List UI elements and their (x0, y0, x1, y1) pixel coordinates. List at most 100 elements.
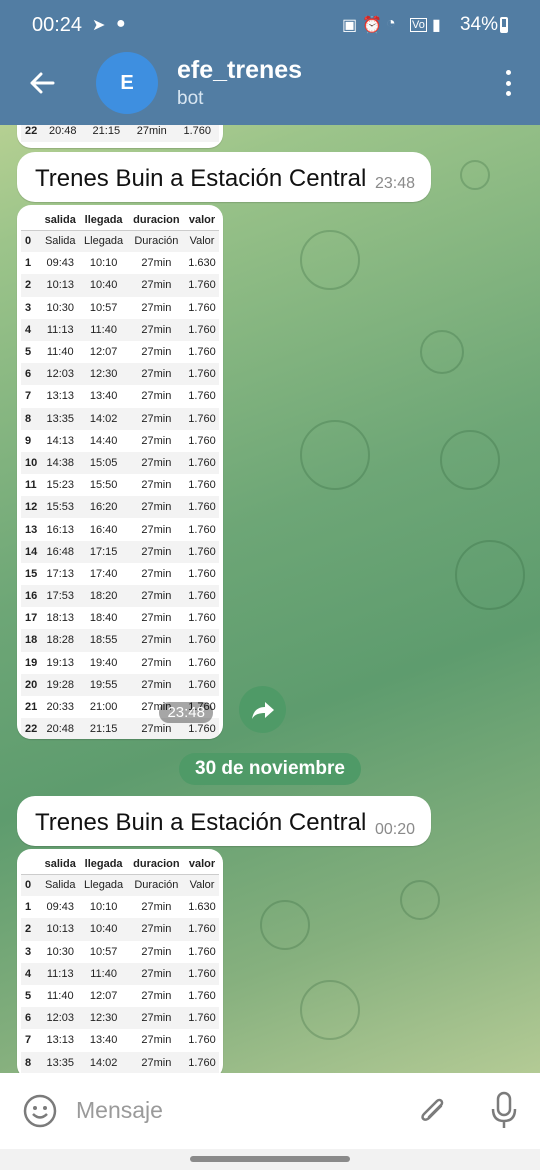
table-cell: 4 (21, 962, 41, 985)
message-time: 23:48 (374, 175, 415, 192)
table-cell: 1.630 (188, 257, 216, 270)
table-cell: 1.760 (185, 407, 219, 430)
table-cell: 15:53 (41, 496, 80, 519)
table-cell: 1.760 (185, 496, 219, 519)
table-cell: 20:48 (41, 718, 80, 739)
avatar[interactable]: E (96, 52, 158, 114)
table-row: 4 11:13 11:40 27min 1.760 (21, 318, 219, 341)
table-row: 6 12:03 12:30 27min 1.760 (21, 363, 219, 386)
table-cell: 1.760 (185, 629, 219, 652)
table-cell: 27min (127, 918, 186, 941)
table-cell: 15:50 (89, 479, 118, 492)
table-cell: 5 (25, 990, 32, 1003)
table-cell: 12:03 (41, 1007, 80, 1030)
system-nav-bar (0, 1149, 540, 1170)
photo-time: 23:48 (159, 702, 213, 723)
table-cell: 14:38 (41, 451, 80, 475)
alarm-icon: ⏰ (362, 17, 382, 34)
message-text: Trenes Buin a Estación Central (35, 165, 367, 192)
table-cell: 18:55 (79, 629, 128, 652)
table-cell: 16 (21, 585, 41, 608)
table-cell: 14:02 (79, 407, 128, 430)
table-cell: Salida (41, 874, 80, 897)
table-row: 20 19:28 19:55 27min 1.760 (21, 673, 219, 696)
schedule-photo[interactable]: salida llegada duracion valor 0 Salida Lle… (17, 205, 223, 739)
table-cell: 8 (21, 407, 41, 430)
table-cell: 27min (127, 962, 186, 985)
nfc-icon: ▣ (342, 17, 358, 34)
message-bubble[interactable]: Trenes Buin a Estación Central 00:20 (17, 796, 431, 846)
table-cell: 13:13 (46, 1034, 74, 1047)
table-cell: 27min (141, 945, 172, 958)
table-cell: 13 (25, 523, 38, 536)
table-header: valor (185, 211, 219, 231)
emoji-icon (23, 1094, 57, 1128)
date-separator: 30 de noviembre (179, 753, 361, 785)
table-cell: 27min (141, 390, 172, 403)
table-cell: 1.760 (185, 673, 219, 696)
table-cell: 17:13 (46, 567, 74, 580)
schedule-photo[interactable]: salida llegada duracion valor 0 Salida Lle… (17, 849, 223, 1079)
table-row: 1 09:43 10:10 27min 1.630 (21, 252, 219, 274)
voice-button[interactable] (488, 1090, 520, 1132)
table-header (21, 855, 41, 875)
table-cell: 21:15 (79, 718, 128, 739)
table-cell: 20 (21, 673, 41, 696)
table-cell: 7 (25, 1034, 32, 1047)
attach-button[interactable] (414, 1091, 450, 1131)
table-cell: 1 (25, 257, 32, 270)
table-cell: 14:13 (46, 434, 74, 447)
table-cell: 1.760 (188, 434, 216, 447)
table-cell: 10:30 (46, 301, 74, 314)
table-cell: 10:40 (79, 918, 128, 941)
table-header: salida (41, 211, 80, 231)
table-cell: 27min (141, 523, 172, 536)
table-cell: 19:13 (46, 656, 74, 669)
table-cell: 1.760 (185, 1007, 219, 1030)
table-cell: 15 (25, 567, 38, 580)
table-cell: Duración (127, 230, 186, 253)
wifi-icon: ◔ (386, 15, 396, 32)
table-cell: 12:07 (89, 346, 118, 359)
home-gesture-handle[interactable] (190, 1156, 350, 1162)
table-cell: 10 (21, 451, 41, 475)
table-cell: 11 (25, 479, 37, 492)
emoji-button[interactable] (22, 1093, 58, 1129)
table-cell: 1.760 (185, 274, 219, 297)
table-cell: 11:13 (41, 962, 80, 985)
table-cell: 15:05 (79, 451, 128, 475)
back-button[interactable] (22, 63, 62, 103)
table-cell: 11:40 (46, 346, 74, 359)
table-row: 2 10:13 10:40 27min 1.760 (21, 274, 219, 297)
table-cell: 5 (25, 346, 32, 359)
table-cell: 17 (25, 612, 38, 625)
table-cell: 27min (127, 1051, 186, 1074)
table-row: 18 18:28 18:55 27min 1.760 (21, 629, 219, 652)
table-cell: 18 (21, 629, 41, 652)
table-cell: 27min (141, 567, 172, 580)
schedule-table: salida llegada duracion valor 0 Salida Lle… (21, 855, 219, 1074)
message-bubble[interactable]: Trenes Buin a Estación Central 23:48 (17, 152, 431, 202)
message-input[interactable]: Mensaje (76, 1097, 163, 1124)
table-cell: 6 (21, 363, 41, 386)
table-header-row: salida llegada duracion valor (21, 211, 219, 231)
table-row: 12 15:53 16:20 27min 1.760 (21, 496, 219, 519)
table-cell: 9 (25, 434, 32, 447)
table-cell: 22 (21, 718, 41, 739)
forward-button[interactable] (239, 686, 286, 733)
table-header: duracion (127, 211, 186, 231)
table-cell: 19:40 (89, 656, 118, 669)
table-cell: 27min (127, 318, 186, 341)
more-options-button[interactable] (498, 66, 518, 100)
chat-title[interactable]: efe_trenes (177, 56, 302, 85)
paperclip-icon (421, 1098, 444, 1121)
table-row: 15 17:13 17:40 27min 1.760 (21, 563, 219, 585)
forward-icon (251, 701, 274, 719)
chat-bubble-icon: ● (116, 15, 126, 32)
table-row: 1 09:43 10:10 27min 1.630 (21, 896, 219, 918)
table-cell: 2 (21, 918, 41, 941)
table-cell: 13:35 (41, 407, 80, 430)
table-cell: 27min (141, 346, 172, 359)
table-cell: 1.760 (188, 990, 216, 1003)
table-header: salida (41, 855, 80, 875)
